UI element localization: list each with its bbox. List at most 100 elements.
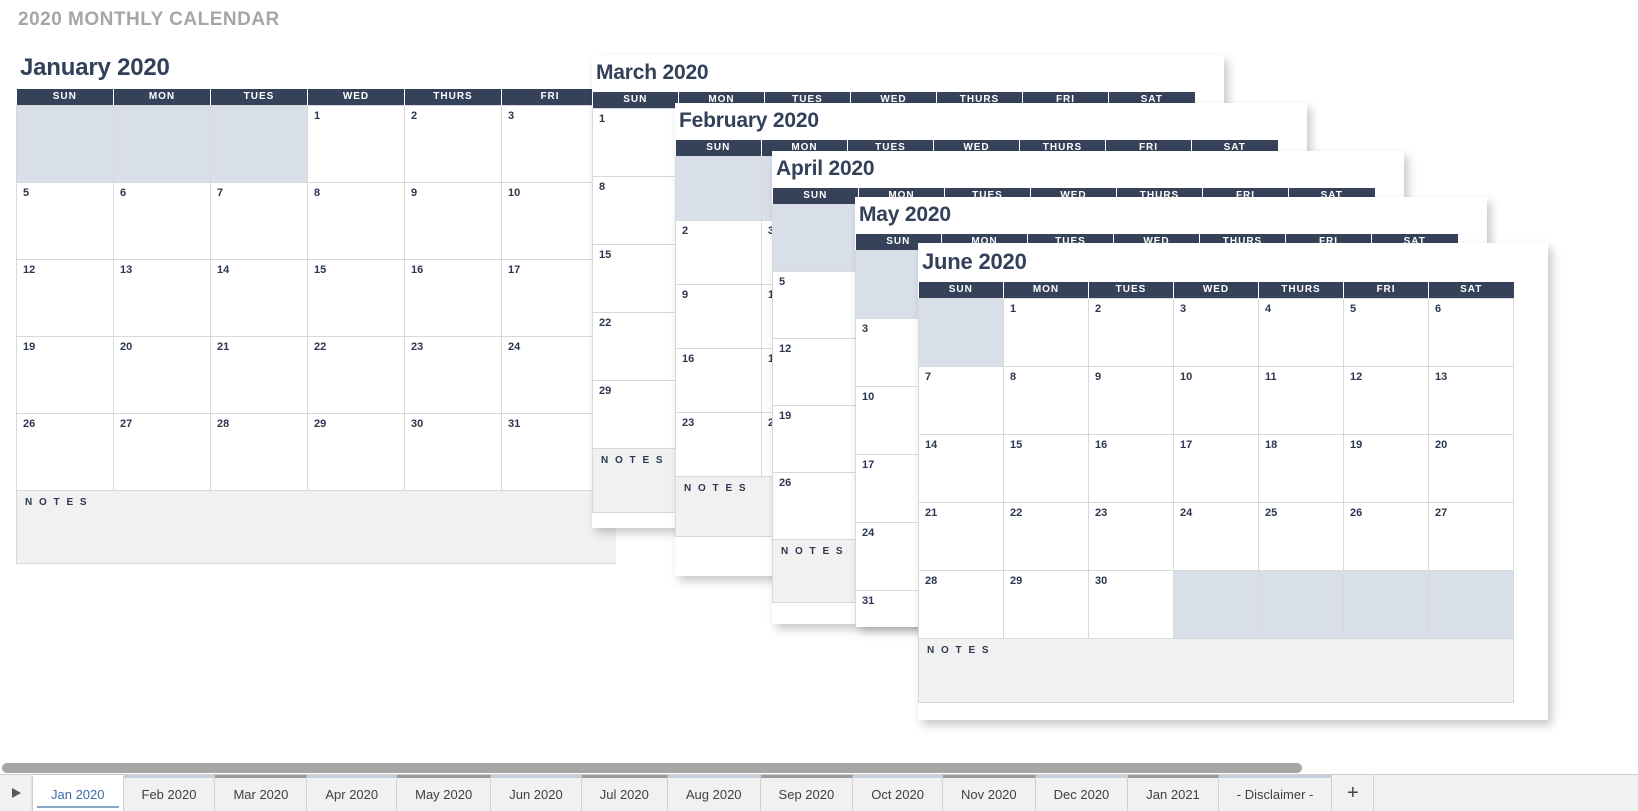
calendar-day-cell[interactable]: 6 [1428,297,1514,367]
calendar-day-cell[interactable]: 14 [918,433,1004,503]
calendar-day-cell[interactable]: 10 [1173,365,1259,435]
calendar-day-cell[interactable]: 24 [501,335,599,414]
sheet-tab-sep-2020[interactable]: Sep 2020 [760,775,854,811]
calendar-day-cell[interactable]: 15 [307,258,405,337]
calendar-day-cell[interactable]: 22 [1003,501,1089,571]
calendar-day-cell[interactable]: 23 [404,335,502,414]
calendar-day-cell[interactable]: 25 [1258,501,1344,571]
calendar-notes-row[interactable]: N O T E S [918,637,1514,703]
calendar-day-cell[interactable]: 3 [1173,297,1259,367]
calendar-cell-empty[interactable] [210,104,308,183]
calendar-day-cell[interactable]: 1 [1003,297,1089,367]
calendar-day-cell[interactable]: 16 [1088,433,1174,503]
calendar-cell-empty[interactable] [1343,569,1429,639]
calendar-day-cell[interactable]: 14 [210,258,308,337]
calendar-day-cell[interactable]: 19 [1343,433,1429,503]
calendar-grid-june[interactable]: SUN MON TUES WED THURS FRI SAT 1 2 3 4 5 6 7 8 9 10 11 12… [918,282,1514,703]
add-sheet-button[interactable]: + [1332,775,1375,811]
calendar-day-cell[interactable]: 29 [307,412,405,491]
calendar-day-cell[interactable]: 18 [1258,433,1344,503]
sheet-tab-aug-2020[interactable]: Aug 2020 [667,775,761,811]
calendar-day-cell[interactable]: 24 [1173,501,1259,571]
calendar-day-cell[interactable]: 26 [1343,501,1429,571]
sheet-tab-jul-2020[interactable]: Jul 2020 [581,775,668,811]
calendar-day-cell[interactable]: 9 [675,283,762,349]
calendar-notes-cell[interactable]: N O T E S [16,489,616,564]
calendar-day-cell[interactable]: 22 [592,311,679,381]
horizontal-scrollbar[interactable] [0,762,1362,774]
calendar-day-cell[interactable]: 9 [1088,365,1174,435]
calendar-day-cell[interactable]: 30 [404,412,502,491]
calendar-grid-january[interactable]: SUNMONTUESWEDTHURSFRISAT 123456789101112… [16,89,616,564]
calendar-day-cell[interactable]: 12 [772,337,859,406]
calendar-day-cell[interactable]: 21 [918,501,1004,571]
calendar-cell-empty[interactable] [113,104,211,183]
calendar-day-cell[interactable]: 5 [16,181,114,260]
calendar-day-cell[interactable]: 2 [675,219,762,285]
calendar-day-cell[interactable]: 1 [592,107,679,177]
calendar-day-cell[interactable]: 27 [1428,501,1514,571]
calendar-day-cell[interactable]: 17 [1173,433,1259,503]
calendar-day-cell[interactable]: 8 [592,175,679,245]
calendar-cell-empty[interactable] [1428,569,1514,639]
sheet-tab-dec-2020[interactable]: Dec 2020 [1035,775,1129,811]
calendar-day-cell[interactable]: 5 [1343,297,1429,367]
sheet-tab-apr-2020[interactable]: Apr 2020 [307,775,398,811]
calendar-day-cell[interactable]: 23 [1088,501,1174,571]
sheet-tab-jun-2020[interactable]: Jun 2020 [491,775,582,811]
calendar-day-cell[interactable]: 27 [113,412,211,491]
calendar-day-cell[interactable]: 10 [501,181,599,260]
calendar-day-cell[interactable]: 19 [772,404,859,473]
sheet-tab-nov-2020[interactable]: Nov 2020 [942,775,1036,811]
sheet-tab-feb-2020[interactable]: Feb 2020 [123,775,216,811]
sheet-tab-jan-2021[interactable]: Jan 2021 [1128,775,1219,811]
sheet-tab-may-2020[interactable]: May 2020 [397,775,492,811]
calendar-day-cell[interactable]: 21 [210,335,308,414]
calendar-day-cell[interactable]: 9 [404,181,502,260]
calendar-day-cell[interactable]: 8 [1003,365,1089,435]
calendar-day-cell[interactable]: 17 [501,258,599,337]
calendar-day-cell[interactable]: 12 [1343,365,1429,435]
calendar-cell-empty[interactable] [1173,569,1259,639]
calendar-day-cell[interactable]: 15 [1003,433,1089,503]
calendar-day-cell[interactable]: 11 [1258,365,1344,435]
calendar-day-cell[interactable]: 20 [113,335,211,414]
sheet-tab-mar-2020[interactable]: Mar 2020 [215,775,308,811]
calendar-day-cell[interactable]: 15 [592,243,679,313]
calendar-day-cell[interactable]: 13 [113,258,211,337]
sheet-nav-next-icon[interactable] [0,775,32,811]
calendar-day-cell[interactable]: 12 [16,258,114,337]
calendar-day-cell[interactable]: 2 [404,104,502,183]
calendar-day-cell[interactable]: 22 [307,335,405,414]
calendar-notes-cell[interactable]: N O T E S [918,637,1514,703]
calendar-day-cell[interactable]: 3 [501,104,599,183]
calendar-day-cell[interactable]: 2 [1088,297,1174,367]
calendar-day-cell[interactable]: 19 [16,335,114,414]
calendar-day-cell[interactable]: 29 [1003,569,1089,639]
sheet-tab-disclaimer[interactable]: - Disclaimer - [1218,775,1333,811]
calendar-cell-empty[interactable] [675,155,762,221]
calendar-day-cell[interactable]: 29 [592,379,679,449]
calendar-notes-row[interactable]: N O T E S [16,489,616,564]
calendar-day-cell[interactable]: 28 [918,569,1004,639]
calendar-day-cell[interactable]: 13 [1428,365,1514,435]
calendar-day-cell[interactable]: 4 [1258,297,1344,367]
calendar-day-cell[interactable]: 1 [307,104,405,183]
calendar-day-cell[interactable]: 26 [772,471,859,540]
calendar-cell-empty[interactable] [772,203,859,272]
calendar-day-cell[interactable]: 28 [210,412,308,491]
calendar-day-cell[interactable]: 5 [772,270,859,339]
horizontal-scrollbar-thumb[interactable] [2,763,1302,773]
calendar-day-cell[interactable]: 7 [210,181,308,260]
calendar-day-cell[interactable]: 31 [501,412,599,491]
calendar-day-cell[interactable]: 16 [675,347,762,413]
calendar-day-cell[interactable]: 23 [675,411,762,477]
calendar-day-cell[interactable]: 30 [1088,569,1174,639]
calendar-cell-empty[interactable] [16,104,114,183]
sheet-tab-oct-2020[interactable]: Oct 2020 [853,775,943,811]
calendar-cell-empty[interactable] [918,297,1004,367]
calendar-day-cell[interactable]: 6 [113,181,211,260]
sheet-tab-jan-2020[interactable]: Jan 2020 [32,775,124,811]
calendar-day-cell[interactable]: 26 [16,412,114,491]
calendar-cell-empty[interactable] [1258,569,1344,639]
